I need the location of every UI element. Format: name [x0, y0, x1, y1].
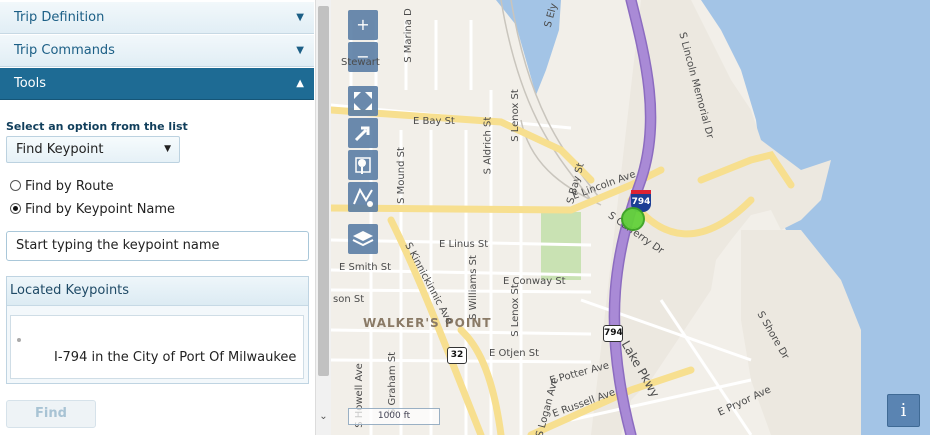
- zoom-to-selection-icon[interactable]: [348, 118, 378, 148]
- highway-shield-icon: 794: [603, 325, 623, 342]
- map-label: S Marina D: [402, 8, 414, 63]
- radio-find-by-route-label: Find by Route: [25, 179, 114, 194]
- find-button[interactable]: Find: [6, 400, 96, 428]
- map-label: E Bay St: [413, 116, 455, 127]
- bullet-icon: [17, 338, 21, 342]
- chevron-down-icon: ▼: [296, 45, 304, 56]
- radio-find-by-keypoint-name[interactable]: Find by Keypoint Name: [10, 202, 175, 217]
- map-view[interactable]: + − Stewart E Bay St S Marina D S Lincol…: [331, 0, 930, 435]
- chevron-up-icon: ▲: [296, 78, 304, 89]
- map-label: S Mound St: [395, 147, 407, 204]
- layers-icon[interactable]: [348, 224, 378, 254]
- map-label: E Smith St: [339, 262, 392, 273]
- zoom-in-button[interactable]: +: [348, 10, 378, 40]
- map-label: S Lenox St: [509, 284, 521, 337]
- section-tools-label: Tools: [14, 76, 47, 91]
- keypoint-marker-icon[interactable]: [621, 207, 645, 231]
- map-label: son St: [333, 294, 365, 305]
- radio-button-icon[interactable]: [10, 180, 21, 191]
- section-trip-commands[interactable]: Trip Commands ▼: [0, 35, 314, 67]
- highway-shield-icon: 32: [447, 347, 467, 364]
- map-label: Stewart: [341, 57, 380, 68]
- panel-scrollbar[interactable]: ⌄: [315, 0, 331, 435]
- radio-button-selected-icon[interactable]: [10, 203, 21, 214]
- location-pin-tool-icon[interactable]: [348, 150, 378, 180]
- located-keypoints-list: I-794 in the City of Port Of Milwaukee: [10, 315, 304, 379]
- map-label: S Aldrich St: [482, 116, 494, 175]
- full-extent-icon[interactable]: [348, 86, 378, 116]
- info-button[interactable]: i: [887, 394, 920, 427]
- side-panel: Trip Definition ▼ Trip Commands ▼ Tools …: [0, 0, 316, 435]
- scroll-down-arrow-icon[interactable]: ⌄: [317, 411, 330, 423]
- map-label: S Williams St: [467, 255, 479, 320]
- tool-select-dropdown[interactable]: Find Keypoint ▼: [6, 136, 180, 163]
- map-label: S Lenox St: [509, 89, 521, 142]
- section-trip-commands-label: Trip Commands: [14, 43, 115, 58]
- radio-find-by-keypoint-name-label: Find by Keypoint Name: [25, 202, 176, 217]
- located-keypoints-header: Located Keypoints: [7, 277, 308, 306]
- caret-down-icon: ▼: [164, 144, 171, 154]
- map-label: E Linus St: [439, 239, 489, 250]
- located-keypoints-panel: Located Keypoints I-794 in the City of P…: [6, 276, 309, 384]
- radio-find-by-route[interactable]: Find by Route: [10, 179, 114, 194]
- section-tools[interactable]: Tools ▲: [0, 68, 314, 100]
- chevron-down-icon: ▼: [296, 12, 304, 23]
- keypoint-search-input[interactable]: Start typing the keypoint name: [6, 231, 309, 261]
- select-option-label: Select an option from the list: [6, 120, 188, 133]
- route-tool-icon[interactable]: [348, 182, 378, 212]
- scroll-thumb[interactable]: [318, 6, 329, 376]
- list-item[interactable]: I-794 in the City of Port Of Milwaukee: [54, 350, 296, 365]
- scale-bar: 1000 ft: [348, 408, 440, 425]
- map-label: E Otjen St: [489, 348, 540, 359]
- section-trip-definition[interactable]: Trip Definition ▼: [0, 2, 314, 34]
- section-trip-definition-label: Trip Definition: [14, 10, 105, 25]
- tool-select-value: Find Keypoint: [16, 142, 104, 157]
- map-label: S Graham St: [387, 351, 399, 416]
